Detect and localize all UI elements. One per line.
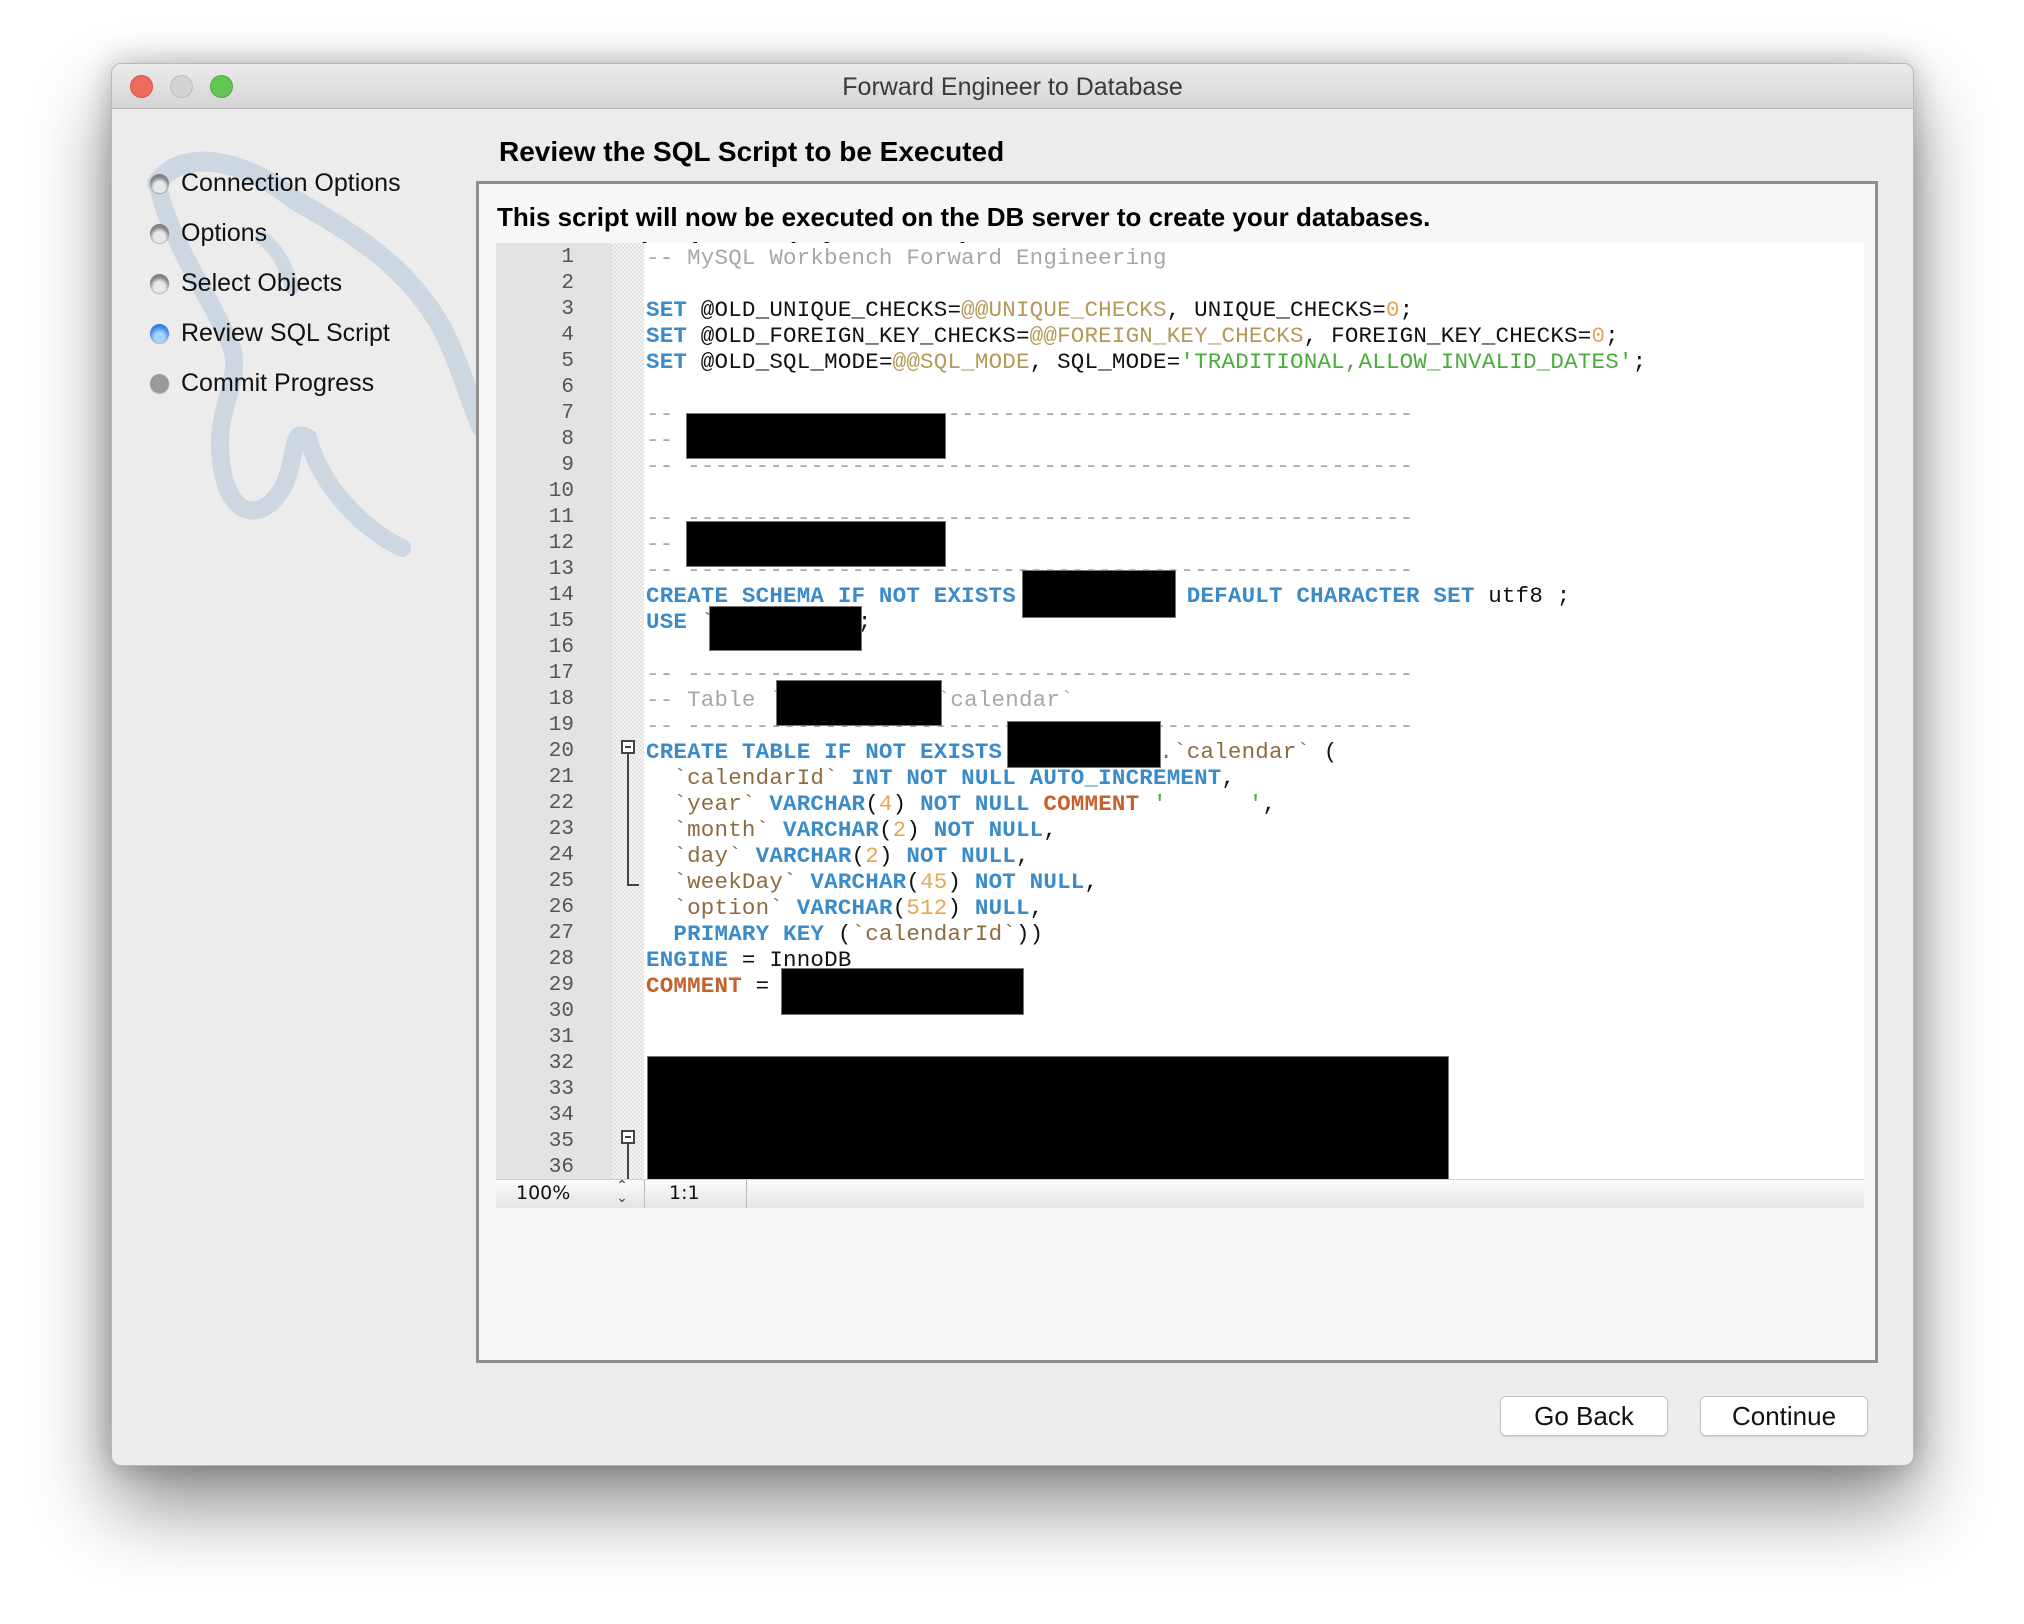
redaction-block xyxy=(686,521,946,567)
code-line: SET @OLD_SQL_MODE=@@SQL_MODE, SQL_MODE='… xyxy=(646,349,1647,375)
script-panel: This script will now be executed on the … xyxy=(476,181,1878,1363)
line-number: 15 xyxy=(548,610,574,633)
step-status-done-icon xyxy=(150,223,169,243)
cursor-position: 1:1 xyxy=(669,1182,700,1204)
line-number: 13 xyxy=(548,558,574,581)
step-select-objects: Select Objects xyxy=(150,268,342,298)
line-number: 5 xyxy=(561,350,574,373)
code-line: PRIMARY KEY (`calendarId`)) xyxy=(646,921,1044,947)
status-divider xyxy=(644,1180,645,1208)
title-bar[interactable]: Forward Engineer to Database xyxy=(112,64,1913,109)
line-number: 17 xyxy=(548,662,574,685)
line-number: 27 xyxy=(548,922,574,945)
line-number: 35 xyxy=(548,1130,574,1153)
line-number: 4 xyxy=(561,324,574,347)
page-title: Review the SQL Script to be Executed xyxy=(499,136,1005,167)
line-number: 16 xyxy=(548,636,574,659)
line-number: 22 xyxy=(548,792,574,815)
line-number: 1 xyxy=(561,246,574,269)
redaction-block xyxy=(776,680,942,726)
code-line: CREATE TABLE IF NOT EXISTS ``.`calendar`… xyxy=(646,739,1338,765)
line-number: 25 xyxy=(548,870,574,893)
line-number: 11 xyxy=(548,506,574,529)
line-number: 24 xyxy=(548,844,574,867)
line-number: 2 xyxy=(561,272,574,295)
line-number: 21 xyxy=(548,766,574,789)
step-connection-options: Connection Options xyxy=(150,168,401,198)
code-line: `year` VARCHAR(4) NOT NULL COMMENT ' ', xyxy=(646,791,1277,817)
line-number: 23 xyxy=(548,818,574,841)
line-number: 29 xyxy=(548,974,574,997)
fold-guide-line xyxy=(627,1144,629,1180)
continue-button[interactable]: Continue xyxy=(1700,1396,1868,1436)
line-number: 9 xyxy=(561,454,574,477)
step-options: Options xyxy=(150,218,267,248)
wizard-steps-sidebar: Connection Options Options Select Object… xyxy=(112,108,476,1465)
wizard-window: Forward Engineer to Database Connection … xyxy=(111,63,1914,1466)
fold-end-marker xyxy=(627,884,639,886)
redaction-block xyxy=(1007,721,1161,768)
line-number: 6 xyxy=(561,376,574,399)
code-line: `option` VARCHAR(512) NULL, xyxy=(646,895,1044,921)
status-divider xyxy=(746,1180,747,1208)
zoom-stepper[interactable]: ⌃ ⌄ xyxy=(612,1179,632,1208)
intro-text: This script will now be executed on the … xyxy=(497,202,1431,232)
line-number: 26 xyxy=(548,896,574,919)
fold-guide-line xyxy=(627,754,629,885)
line-number: 12 xyxy=(548,532,574,555)
step-review-sql-script: Review SQL Script xyxy=(150,318,390,348)
step-status-pending-icon xyxy=(150,373,169,393)
redaction-block xyxy=(781,968,1024,1015)
code-line: SET @OLD_FOREIGN_KEY_CHECKS=@@FOREIGN_KE… xyxy=(646,323,1619,349)
line-number: 28 xyxy=(548,948,574,971)
line-number: 31 xyxy=(548,1026,574,1049)
code-line: -- MySQL Workbench Forward Engineering xyxy=(646,245,1167,271)
line-number: 18 xyxy=(548,688,574,711)
redaction-block xyxy=(686,413,946,459)
window-title: Forward Engineer to Database xyxy=(842,73,1183,101)
line-number: 3 xyxy=(561,298,574,321)
line-number: 36 xyxy=(548,1156,574,1179)
code-line: `month` VARCHAR(2) NOT NULL, xyxy=(646,817,1058,843)
code-line: -- -------------------------------------… xyxy=(646,661,1414,687)
redaction-block xyxy=(1022,570,1176,618)
code-line: `weekDay` VARCHAR(45) NOT NULL, xyxy=(646,869,1099,895)
editor-status-bar: 100% ⌃ ⌄ 1:1 xyxy=(496,1179,1864,1208)
step-commit-progress: Commit Progress xyxy=(150,368,374,398)
step-status-done-icon xyxy=(150,173,169,193)
line-number: 14 xyxy=(548,584,574,607)
fold-collapse-icon[interactable] xyxy=(621,740,635,754)
line-number: 32 xyxy=(548,1052,574,1075)
go-back-button[interactable]: Go Back xyxy=(1500,1396,1668,1436)
redaction-block xyxy=(709,606,862,651)
code-line: -- xyxy=(646,427,674,453)
line-number: 19 xyxy=(548,714,574,737)
line-number: 10 xyxy=(548,480,574,503)
step-label: Connection Options xyxy=(181,168,401,197)
code-line: `calendarId` INT NOT NULL AUTO_INCREMENT… xyxy=(646,765,1236,791)
step-status-active-icon xyxy=(150,323,169,343)
line-number: 33 xyxy=(548,1078,574,1101)
step-label: Commit Progress xyxy=(181,368,375,397)
line-number: 7 xyxy=(561,402,574,425)
step-label: Select Objects xyxy=(181,268,343,297)
chevron-down-icon[interactable]: ⌄ xyxy=(616,1190,628,1206)
line-number: 20 xyxy=(548,740,574,763)
line-number: 34 xyxy=(548,1104,574,1127)
line-number: 8 xyxy=(561,428,574,451)
zoom-level[interactable]: 100% xyxy=(516,1182,570,1204)
line-number: 30 xyxy=(548,1000,574,1023)
fold-collapse-icon[interactable] xyxy=(621,1130,635,1144)
code-line: COMMENT = xyxy=(646,973,784,999)
code-line: -- xyxy=(646,531,674,557)
step-label: Review SQL Script xyxy=(181,318,390,347)
code-line: `day` VARCHAR(2) NOT NULL, xyxy=(646,843,1030,869)
sql-editor[interactable]: 1 -- MySQL Workbench Forward Engineering … xyxy=(496,243,1864,1208)
step-label: Options xyxy=(181,218,268,247)
code-line: SET @OLD_UNIQUE_CHECKS=@@UNIQUE_CHECKS, … xyxy=(646,297,1414,323)
step-status-done-icon xyxy=(150,273,169,293)
